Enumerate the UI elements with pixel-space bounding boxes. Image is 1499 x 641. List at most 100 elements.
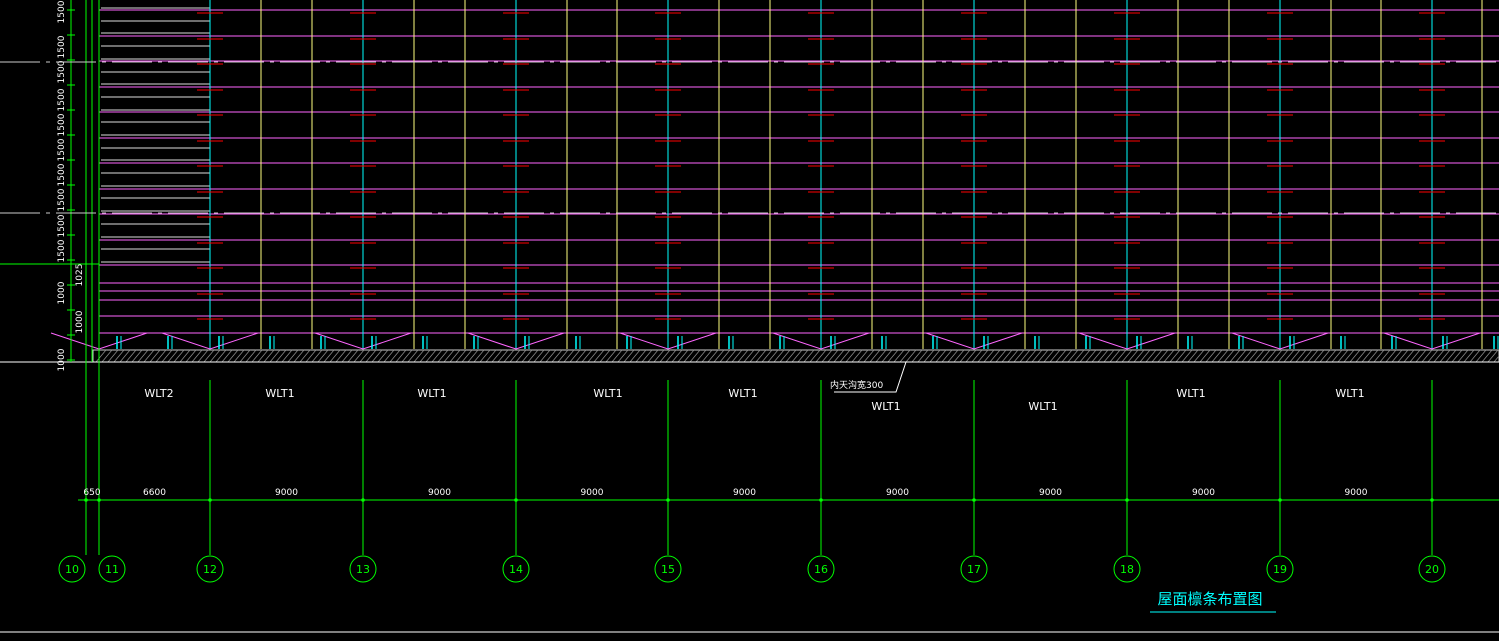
gutter-hatch bbox=[923, 349, 935, 363]
gutter-hatch bbox=[707, 349, 719, 363]
gutter-hatch bbox=[1283, 349, 1295, 363]
gutter-hatch bbox=[653, 349, 665, 363]
gutter-hatch bbox=[437, 349, 449, 363]
gutter-hatch bbox=[497, 349, 509, 363]
gutter-hatch bbox=[1001, 349, 1013, 363]
gutter-hatch bbox=[563, 349, 575, 363]
gutter-hatch bbox=[449, 349, 461, 363]
gutter-hatch bbox=[1043, 349, 1055, 363]
gutter-hatch bbox=[107, 349, 119, 363]
roof-purlin-layout-drawing: 1500 1500 1500 1500 1500 1500 1500 1500 1500 1500… bbox=[0, 0, 1499, 633]
purlin-lines bbox=[99, 7, 1499, 334]
gutter-hatch bbox=[767, 349, 779, 363]
gutter-hatch bbox=[341, 349, 353, 363]
gutter-hatch bbox=[503, 349, 515, 363]
gutter-hatch bbox=[485, 349, 497, 363]
eave-gutter bbox=[0, 332, 1499, 363]
gutter-hatch bbox=[425, 349, 437, 363]
dimension-tick bbox=[208, 498, 212, 502]
gutter-hatch bbox=[569, 349, 581, 363]
dimension-tick bbox=[84, 498, 88, 502]
gutter-hatch bbox=[191, 349, 203, 363]
gutter-hatch bbox=[725, 349, 737, 363]
gutter-hatch bbox=[1331, 349, 1343, 363]
gutter-hatch bbox=[1301, 349, 1313, 363]
gutter-hatch bbox=[731, 349, 743, 363]
dimension-tick bbox=[97, 498, 101, 502]
axis-label: 20 bbox=[1425, 563, 1439, 576]
gutter-hatch bbox=[1061, 349, 1073, 363]
gutter-hatch bbox=[557, 349, 569, 363]
gutter-hatch bbox=[197, 349, 209, 363]
gutter-hatch bbox=[845, 349, 857, 363]
gutter-hatch bbox=[875, 349, 887, 363]
gutter-hatch bbox=[1139, 349, 1151, 363]
gutter-hatch bbox=[1025, 349, 1037, 363]
gutter-hatch bbox=[479, 349, 491, 363]
axis-label: 12 bbox=[203, 563, 217, 576]
gutter-hatch bbox=[1241, 349, 1253, 363]
gutter-hatch bbox=[1247, 349, 1259, 363]
dimension-tick bbox=[819, 498, 823, 502]
gutter-hatch bbox=[1199, 349, 1211, 363]
gutter-hatch bbox=[1085, 349, 1097, 363]
gutter-hatch bbox=[269, 349, 281, 363]
gutter-hatch bbox=[1187, 349, 1199, 363]
gutter-hatch bbox=[1271, 349, 1283, 363]
gutter-hatch bbox=[983, 349, 995, 363]
purlin-type-label: WLT1 bbox=[417, 387, 446, 400]
dimension-tick bbox=[972, 498, 976, 502]
gutter-hatch bbox=[413, 349, 425, 363]
gutter-hatch bbox=[1469, 349, 1481, 363]
gutter-hatch bbox=[1073, 349, 1085, 363]
gutter-hatch bbox=[1259, 349, 1271, 363]
span-dimension: 9000 bbox=[1039, 488, 1062, 498]
gutter-hatch bbox=[131, 349, 143, 363]
gutter-hatch bbox=[803, 349, 815, 363]
left-dimension: 1500 bbox=[57, 163, 67, 186]
gutter-hatch bbox=[1037, 349, 1049, 363]
gutter-hatch bbox=[227, 349, 239, 363]
gutter-hatch bbox=[1313, 349, 1325, 363]
gutter-hatch bbox=[659, 349, 671, 363]
gutter-hatch bbox=[1427, 349, 1439, 363]
gutter-hatch bbox=[431, 349, 443, 363]
purlin-type-label: WLT1 bbox=[1028, 400, 1057, 413]
gutter-hatch bbox=[929, 349, 941, 363]
gutter-hatch bbox=[989, 349, 1001, 363]
left-dimension: 1500 bbox=[57, 188, 67, 211]
gutter-hatch bbox=[635, 349, 647, 363]
gutter-hatch bbox=[1229, 349, 1241, 363]
gutter-hatch bbox=[827, 349, 839, 363]
gutter-hatch bbox=[119, 349, 131, 363]
gutter-hatch bbox=[647, 349, 659, 363]
gutter-hatch bbox=[893, 349, 905, 363]
gutter-hatch bbox=[1205, 349, 1217, 363]
gutter-hatch bbox=[761, 349, 773, 363]
gutter-hatch bbox=[1055, 349, 1067, 363]
gutter-strip bbox=[92, 349, 1499, 363]
gutter-hatch bbox=[185, 349, 197, 363]
purlin-type-label: WLT1 bbox=[728, 387, 757, 400]
gutter-hatch bbox=[809, 349, 821, 363]
axis-label: 16 bbox=[814, 563, 828, 576]
gutter-hatch bbox=[1091, 349, 1103, 363]
left-dimension: 1500 bbox=[57, 0, 67, 23]
gutter-hatch bbox=[1193, 349, 1205, 363]
gutter-hatch bbox=[1325, 349, 1337, 363]
gutter-hatch bbox=[701, 349, 713, 363]
gutter-hatch bbox=[287, 349, 299, 363]
gutter-hatch bbox=[605, 349, 617, 363]
gutter-hatch bbox=[329, 349, 341, 363]
gutter-hatch bbox=[1487, 349, 1499, 363]
gutter-hatch bbox=[599, 349, 611, 363]
drawing-title: 屋面檩条布置图 bbox=[1157, 590, 1262, 608]
gutter-hatch bbox=[1373, 349, 1385, 363]
gutter-hatch bbox=[473, 349, 485, 363]
gutter-hatch bbox=[1103, 349, 1115, 363]
gutter-hatch bbox=[137, 349, 149, 363]
span-dimension: 9000 bbox=[275, 488, 298, 498]
gutter-hatch bbox=[683, 349, 695, 363]
gutter-hatch bbox=[389, 349, 401, 363]
gutter-hatch bbox=[407, 349, 419, 363]
